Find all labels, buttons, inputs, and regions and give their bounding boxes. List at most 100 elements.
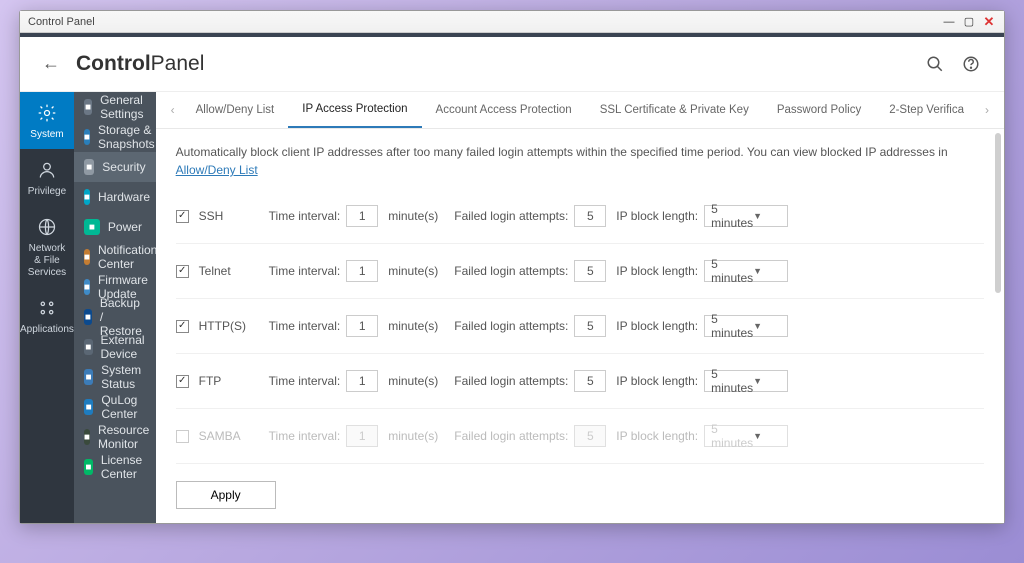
leftnav-item-privilege[interactable]: Privilege: [20, 149, 74, 206]
protocol-checkbox[interactable]: [176, 375, 189, 388]
back-icon[interactable]: ←: [42, 53, 64, 75]
protocol-checkbox[interactable]: [176, 265, 189, 278]
module-icon: ■: [84, 159, 94, 175]
time-interval-label: Time interval:: [269, 264, 341, 278]
tab-account-access-protection[interactable]: Account Access Protection: [422, 92, 586, 128]
protocol-row-samba: SAMBA Time interval: minute(s) Failed login…: [176, 409, 984, 464]
sidebar-item-power[interactable]: ■Power: [74, 212, 156, 242]
time-interval-input[interactable]: [346, 315, 378, 337]
window-title: Control Panel: [28, 16, 95, 28]
protocol-row-ssh: SSHTime interval:minute(s)Failed login a…: [176, 189, 984, 244]
sidebar-item-backup-restore[interactable]: ■Backup / Restore: [74, 302, 156, 332]
maximize-icon[interactable]: ▢: [962, 15, 976, 29]
block-length-label: IP block length:: [616, 209, 698, 223]
failed-attempts-input[interactable]: [574, 315, 606, 337]
scrollbar[interactable]: [994, 129, 1002, 471]
time-interval-input[interactable]: [346, 205, 378, 227]
module-icon: ■: [84, 189, 90, 205]
scroll-left-icon[interactable]: ‹: [164, 92, 182, 128]
module-icon: ■: [84, 339, 93, 355]
block-length-select[interactable]: 5 minutes▼: [704, 260, 788, 282]
minutes-label: minute(s): [388, 319, 438, 333]
protocol-label: Telnet: [199, 264, 259, 278]
sidebar-item-security[interactable]: ■Security: [74, 152, 156, 182]
tab-allow-deny-list[interactable]: Allow/Deny List: [182, 92, 289, 128]
sidebar-item-system-status[interactable]: ■System Status: [74, 362, 156, 392]
control-panel-window: Control Panel — ▢ ✕ ← ControlPanel Syste…: [19, 10, 1005, 524]
chevron-down-icon: ▼: [753, 431, 781, 441]
protocol-row-ftp: FTPTime interval:minute(s)Failed login a…: [176, 354, 984, 409]
failed-attempts-label: Failed login attempts:: [454, 319, 568, 333]
person-icon: [36, 159, 58, 181]
protocol-checkbox[interactable]: [176, 210, 189, 223]
intro-text: Automatically block client IP addresses …: [176, 143, 984, 179]
failed-attempts-input[interactable]: [574, 260, 606, 282]
chevron-down-icon: ▼: [753, 376, 781, 386]
sidebar-item-notification-center[interactable]: ■Notification Center: [74, 242, 156, 272]
minutes-label: minute(s): [388, 374, 438, 388]
sidebar-item-storage-snapshots[interactable]: ■Storage & Snapshots: [74, 122, 156, 152]
module-icon: ■: [84, 399, 93, 415]
footer: Apply: [156, 471, 1004, 523]
module-icon: ■: [84, 249, 90, 265]
allow-deny-link[interactable]: Allow/Deny List: [176, 163, 258, 177]
sidebar-item-external-device[interactable]: ■External Device: [74, 332, 156, 362]
tab-password-policy[interactable]: Password Policy: [763, 92, 875, 128]
close-icon[interactable]: ✕: [982, 15, 996, 29]
failed-attempts-label: Failed login attempts:: [454, 264, 568, 278]
sidebar-item-qulog-center[interactable]: ■QuLog Center: [74, 392, 156, 422]
protocol-row-telnet: Telnet Time interval: minute(s) Failed logi…: [176, 244, 984, 299]
time-interval-input: [346, 425, 378, 447]
protocol-label: SSH: [199, 209, 259, 223]
minutes-label: minute(s): [388, 264, 438, 278]
time-interval-label: Time interval:: [269, 429, 341, 443]
block-length-label: IP block length:: [616, 429, 698, 443]
failed-attempts-input[interactable]: [574, 205, 606, 227]
block-length-select[interactable]: 5 minutes▼: [704, 370, 788, 392]
leftnav: SystemPrivilegeNetwork& File ServicesApp…: [20, 92, 74, 523]
search-icon[interactable]: [924, 53, 946, 75]
globe-icon: [36, 216, 58, 238]
scroll-right-icon[interactable]: ›: [978, 92, 996, 128]
block-length-select[interactable]: 5 minutes▼: [704, 205, 788, 227]
chevron-down-icon: ▼: [753, 321, 781, 331]
failed-attempts-label: Failed login attempts:: [454, 374, 568, 388]
time-interval-input[interactable]: [346, 370, 378, 392]
sidebar-item-hardware[interactable]: ■Hardware: [74, 182, 156, 212]
module-icon: ■: [84, 369, 93, 385]
failed-attempts-input[interactable]: [574, 370, 606, 392]
block-length-label: IP block length:: [616, 264, 698, 278]
leftnav-item-network-file-services[interactable]: Network& File Services: [20, 206, 74, 287]
block-length-select[interactable]: 5 minutes▼: [704, 315, 788, 337]
content: Automatically block client IP addresses …: [156, 129, 1004, 471]
tab-ssl-certificate-private-key[interactable]: SSL Certificate & Private Key: [586, 92, 763, 128]
gear-icon: [36, 102, 58, 124]
protocol-checkbox[interactable]: [176, 430, 189, 443]
sidebar-item-general-settings[interactable]: ■General Settings: [74, 92, 156, 122]
protocol-label: SAMBA: [199, 429, 259, 443]
leftnav-item-system[interactable]: System: [20, 92, 74, 149]
help-icon[interactable]: [960, 53, 982, 75]
block-length-label: IP block length:: [616, 319, 698, 333]
body: SystemPrivilegeNetwork& File ServicesApp…: [20, 92, 1004, 523]
module-icon: ■: [84, 459, 93, 475]
apply-button[interactable]: Apply: [176, 481, 276, 509]
protocol-row-https: HTTP(S)Time interval:minute(s)Failed log…: [176, 299, 984, 354]
module-icon: ■: [84, 129, 90, 145]
module-icon: ■: [84, 309, 92, 325]
protocol-checkbox[interactable]: [176, 320, 189, 333]
failed-attempts-label: Failed login attempts:: [454, 429, 568, 443]
time-interval-input[interactable]: [346, 260, 378, 282]
leftnav-item-applications[interactable]: Applications: [20, 287, 74, 344]
protocol-label: HTTP(S): [199, 319, 259, 333]
minimize-icon[interactable]: —: [942, 15, 956, 29]
tab-ip-access-protection[interactable]: IP Access Protection: [288, 92, 421, 128]
header: ← ControlPanel: [20, 37, 1004, 92]
sidebar-item-license-center[interactable]: ■License Center: [74, 452, 156, 482]
module-icon: ■: [84, 99, 92, 115]
block-length-label: IP block length:: [616, 374, 698, 388]
minutes-label: minute(s): [388, 429, 438, 443]
tab--step-verifica[interactable]: 2-Step Verifica: [875, 92, 978, 128]
time-interval-label: Time interval:: [269, 209, 341, 223]
sidebar-item-resource-monitor[interactable]: ■Resource Monitor: [74, 422, 156, 452]
